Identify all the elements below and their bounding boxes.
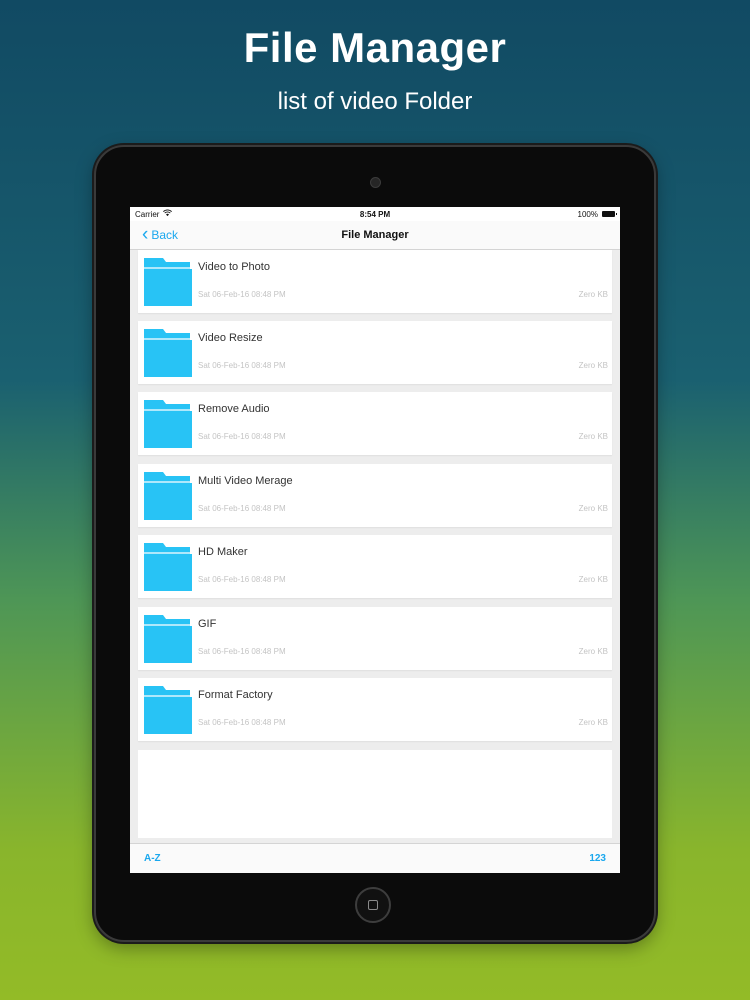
folder-icon	[144, 686, 192, 734]
folder-size: Zero KB	[578, 290, 608, 299]
folder-name: GIF	[198, 618, 217, 630]
folder-icon	[144, 543, 192, 591]
folder-date: Sat 06-Feb-16 08:48 PM	[198, 361, 286, 370]
empty-list-panel	[138, 750, 612, 838]
folder-size: Zero KB	[578, 504, 608, 513]
folder-name: Video to Photo	[198, 261, 270, 273]
folder-name: Remove Audio	[198, 403, 270, 415]
sort-numeric-button[interactable]: 123	[589, 853, 606, 864]
folder-icon	[144, 329, 192, 377]
promo-subtitle: list of video Folder	[277, 88, 473, 115]
folder-size: Zero KB	[578, 361, 608, 370]
folder-date: Sat 06-Feb-16 08:48 PM	[198, 575, 286, 584]
battery-icon	[602, 211, 617, 217]
home-button[interactable]	[355, 887, 391, 923]
folder-size: Zero KB	[578, 718, 608, 727]
folder-date: Sat 06-Feb-16 08:48 PM	[198, 432, 286, 441]
folder-list[interactable]: Video to Photo Sat 06-Feb-16 08:48 PM Ze…	[130, 250, 620, 843]
promo-title: File Manager	[243, 24, 507, 71]
folder-icon	[144, 400, 192, 448]
folder-row[interactable]: Format Factory Sat 06-Feb-16 08:48 PM Ze…	[138, 678, 612, 741]
folder-name: HD Maker	[198, 546, 248, 558]
status-bar: Carrier 8:54 PM 100%	[130, 207, 620, 221]
folder-size: Zero KB	[578, 432, 608, 441]
folder-name: Video Resize	[198, 332, 263, 344]
folder-size: Zero KB	[578, 575, 608, 584]
folder-date: Sat 06-Feb-16 08:48 PM	[198, 290, 286, 299]
home-square-icon	[368, 900, 378, 910]
folder-row[interactable]: Multi Video Merage Sat 06-Feb-16 08:48 P…	[138, 464, 612, 527]
navigation-bar: ‹ Back File Manager	[130, 221, 620, 250]
folder-row[interactable]: GIF Sat 06-Feb-16 08:48 PM Zero KB	[138, 607, 612, 670]
folder-icon	[144, 615, 192, 663]
folder-size: Zero KB	[578, 647, 608, 656]
tablet-frame: Carrier 8:54 PM 100% ‹ Back File Manager	[94, 145, 656, 942]
camera-icon	[370, 177, 381, 188]
app-screen: Carrier 8:54 PM 100% ‹ Back File Manager	[130, 207, 620, 873]
folder-icon	[144, 258, 192, 306]
folder-row[interactable]: Video to Photo Sat 06-Feb-16 08:48 PM Ze…	[138, 250, 612, 313]
folder-name: Multi Video Merage	[198, 475, 293, 487]
folder-row[interactable]: Remove Audio Sat 06-Feb-16 08:48 PM Zero…	[138, 392, 612, 455]
battery-percent: 100%	[577, 210, 598, 219]
sort-bar: A-Z 123	[130, 843, 620, 873]
folder-date: Sat 06-Feb-16 08:48 PM	[198, 718, 286, 727]
sort-alpha-button[interactable]: A-Z	[144, 853, 161, 864]
folder-name: Format Factory	[198, 689, 273, 701]
folder-icon	[144, 472, 192, 520]
folder-row[interactable]: Video Resize Sat 06-Feb-16 08:48 PM Zero…	[138, 321, 612, 384]
page-title: File Manager	[341, 229, 409, 241]
folder-date: Sat 06-Feb-16 08:48 PM	[198, 647, 286, 656]
folder-date: Sat 06-Feb-16 08:48 PM	[198, 504, 286, 513]
status-time: 8:54 PM	[359, 210, 391, 219]
folder-row[interactable]: HD Maker Sat 06-Feb-16 08:48 PM Zero KB	[138, 535, 612, 598]
